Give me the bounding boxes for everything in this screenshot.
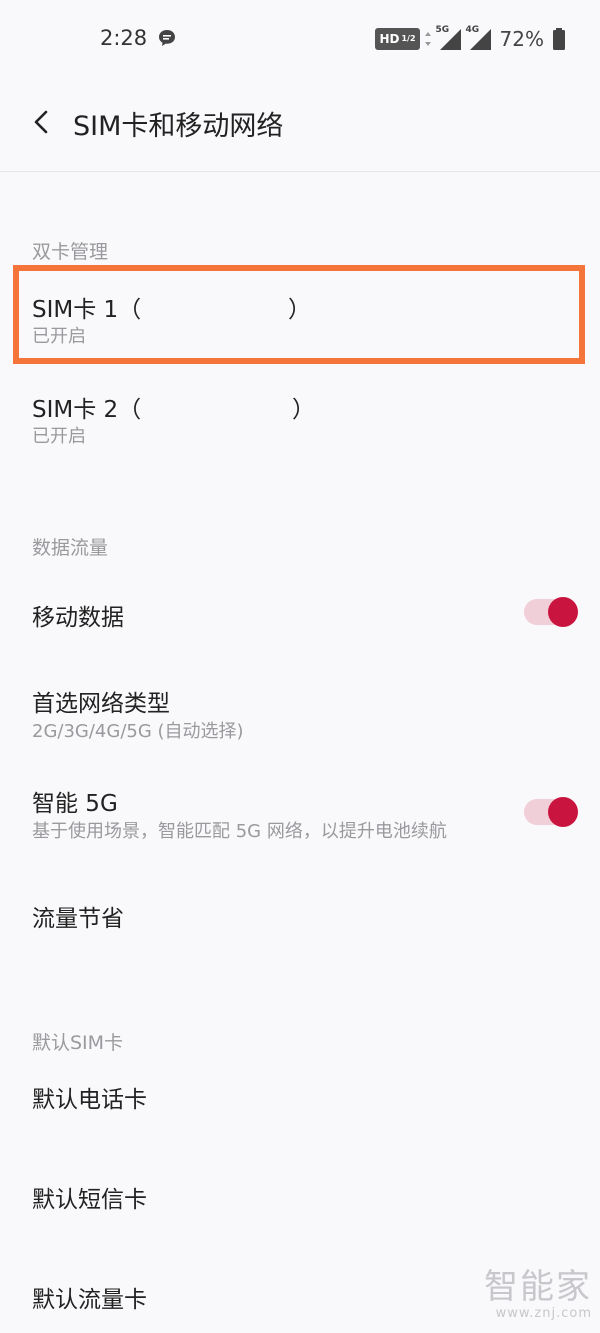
section-label-default-sim: 默认SIM卡: [32, 1032, 124, 1054]
app-bar: SIM卡和移动网络: [0, 78, 600, 172]
battery-percentage: 72%: [499, 27, 544, 51]
signal-4g-icon: 4G: [466, 25, 492, 51]
default-data-sim-label: 默认流量卡: [32, 1287, 147, 1313]
sim2-title: SIM卡 2（: [32, 397, 142, 423]
message-notification-icon: [159, 30, 175, 46]
data-saver-label: 流量节省: [32, 906, 124, 932]
hd-fraction: 1/2: [401, 34, 416, 43]
watermark-name: 智能家: [484, 1267, 592, 1307]
sim1-title: SIM卡 1（: [32, 297, 142, 323]
watermark-url: www.znj.com: [495, 1306, 592, 1321]
sim1-title-end: ）: [288, 297, 311, 323]
smart-5g-label: 智能 5G: [32, 791, 118, 817]
watermark-logo: 智能家 www.znj.com: [484, 1268, 592, 1321]
preferred-network-label: 首选网络类型: [32, 691, 170, 717]
smart-5g-toggle[interactable]: [524, 797, 578, 827]
data-activity-icon: [424, 32, 431, 46]
sim1-status: 已开启: [32, 326, 86, 347]
hd-voice-icon: HD 1/2: [375, 28, 420, 50]
preferred-network-value: 2G/3G/4G/5G (自动选择): [32, 721, 244, 742]
smart-5g-description: 基于使用场景，智能匹配 5G 网络，以提升电池续航: [32, 821, 447, 842]
status-bar: 2:28 HD 1/2 5G 4G 72%: [0, 0, 600, 78]
status-indicators: HD 1/2 5G 4G 72%: [375, 24, 566, 54]
sim2-status: 已开启: [32, 426, 86, 447]
toggle-thumb: [548, 597, 578, 627]
section-label-data-usage: 数据流量: [32, 537, 109, 559]
toggle-thumb: [548, 797, 578, 827]
page-title: SIM卡和移动网络: [73, 111, 284, 142]
battery-icon: [553, 28, 565, 50]
hd-label: HD: [379, 32, 400, 46]
default-call-sim-label: 默认电话卡: [32, 1087, 147, 1113]
sim2-title-end: ）: [292, 397, 315, 423]
default-sms-sim-label: 默认短信卡: [32, 1187, 147, 1213]
signal-5g-icon: 5G: [436, 25, 462, 51]
mobile-data-label: 移动数据: [32, 605, 124, 631]
mobile-data-toggle[interactable]: [524, 597, 578, 627]
back-arrow-icon[interactable]: [26, 106, 58, 138]
section-label-dual-sim: 双卡管理: [32, 241, 109, 263]
status-time: 2:28: [100, 26, 148, 50]
